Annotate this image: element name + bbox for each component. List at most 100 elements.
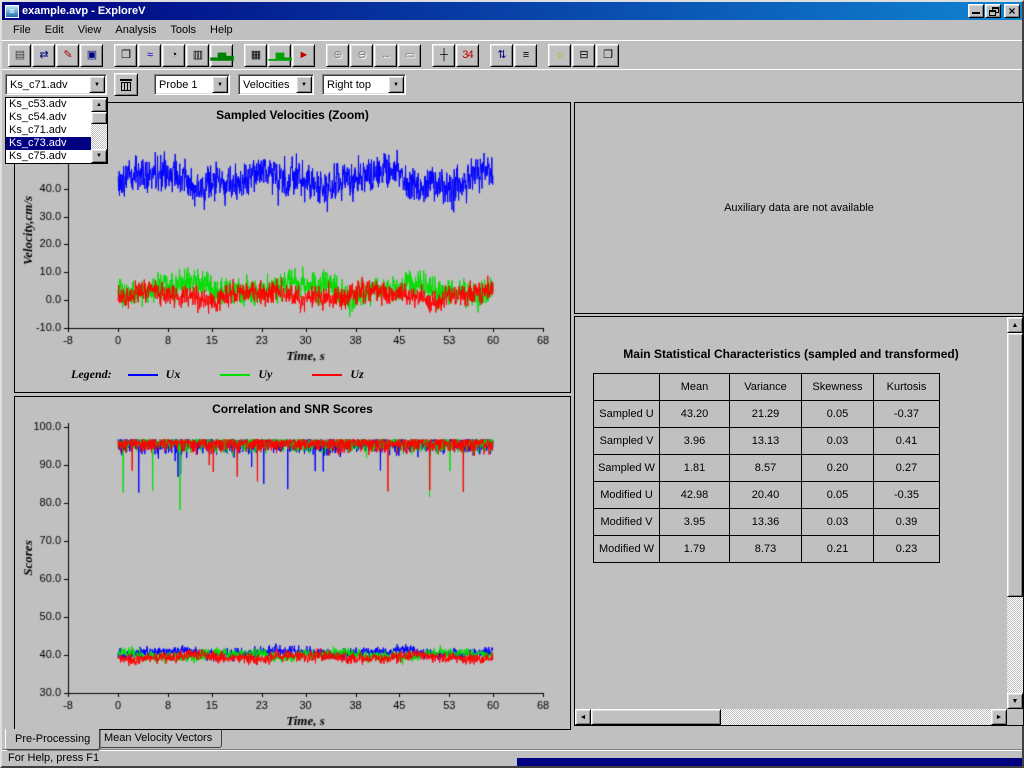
scroll-left-button[interactable]: ◄ [575,709,591,725]
list-view-button[interactable]: ≡ [514,44,537,67]
arrow-up-icon: ▲ [1012,322,1019,329]
zoom-out-icon: ⊖ [357,50,365,61]
select-range-icon: ▭ [405,50,414,61]
legend-text-uy: Uy [258,367,272,382]
legend-entry-uz: Uz [312,367,363,382]
sample-range-button[interactable]: 34 [456,44,479,67]
tab-pre-processing[interactable]: Pre-Processing [5,729,100,750]
histogram-window-icon: ▂▅▃ [210,50,232,61]
view-tabs: Pre-Processing Mean Velocity Vectors [2,729,1022,751]
vertical-scroll-thumb[interactable] [1007,333,1023,597]
pan-view-button: ↔ [374,44,397,67]
toolbar-group-axes: ┼ 34 [432,44,480,67]
scroll-down-button[interactable]: ▼ [1007,693,1023,709]
status-blue-region [517,758,1022,766]
position-combo[interactable]: Right top ▼ [322,74,406,95]
dropdown-scrollbar[interactable]: ▲ ▼ [91,98,107,163]
report-tool-icon: ☼ [555,50,564,61]
open-project-icon: ▤ [15,50,24,61]
import-data-icon: ⇄ [39,50,47,61]
edit-configuration-button[interactable]: ✎ [56,44,79,67]
legend-line-uz [312,374,342,376]
menu-help[interactable]: Help [203,22,240,38]
horizontal-scroll-thumb[interactable] [591,709,721,725]
close-button[interactable]: × [1004,4,1020,18]
dropdown-item[interactable]: Ks_c54.adv [6,111,91,124]
menu-edit[interactable]: Edit [38,22,71,38]
view-combo-dropdown-button[interactable]: ▼ [296,76,312,93]
cascade-windows-button[interactable]: ❐ [114,44,137,67]
app-icon[interactable]: ≈ [5,5,19,18]
print-button[interactable]: ⊟ [572,44,595,67]
zoom-window-button[interactable]: ◔ [162,44,185,67]
spectra-window-icon: ▥ [193,50,202,61]
list-view-icon: ≡ [523,50,528,61]
marker-tool-button[interactable]: ► [292,44,315,67]
report-tool-button[interactable]: ☼ [548,44,571,67]
header-variance: Variance [730,374,802,401]
table-row: Modified V3.9513.360.030.39 [594,509,940,536]
menu-view[interactable]: View [71,22,109,38]
waveform-window-button[interactable]: ≈ [138,44,161,67]
position-combo-dropdown-button[interactable]: ▼ [388,76,404,93]
toolbar-group-output: ☼ ⊟ ❒ [548,44,620,67]
dropdown-scroll-down-button[interactable]: ▼ [91,149,107,163]
probe-combo-dropdown-button[interactable]: ▼ [212,76,228,93]
import-data-button[interactable]: ⇄ [32,44,55,67]
table-row: Sampled U43.2021.290.05-0.37 [594,401,940,428]
scores-chart-canvas [15,397,570,729]
menu-file[interactable]: File [6,22,38,38]
arrow-right-icon: ► [996,714,1003,721]
file-dropdown-list: Ks_c53.adv Ks_c54.adv Ks_c71.adv Ks_c73.… [5,97,108,164]
open-project-button[interactable]: ▤ [8,44,31,67]
chevron-down-icon: ▼ [393,82,399,88]
dropdown-item[interactable]: Ks_c71.adv [6,124,91,137]
statistics-title: Main Statistical Characteristics (sample… [575,347,1007,361]
file-combo-value: Ks_c71.adv [6,79,89,91]
axes-setup-button[interactable]: ┼ [432,44,455,67]
window-title: example.avp - ExploreV [22,5,967,17]
histogram-window-button[interactable]: ▂▅▃ [210,44,233,67]
dropdown-scroll-up-button[interactable]: ▲ [91,98,107,112]
scores-chart-panel: Correlation and SNR Scores [14,396,571,730]
dropdown-item[interactable]: Ks_c53.adv [6,98,91,111]
dropdown-scroll-thumb[interactable] [91,112,107,124]
file-combo[interactable]: Ks_c71.adv ▼ [5,74,107,95]
vertical-scrollbar[interactable]: ▲ ▼ [1007,317,1023,709]
probe-combo[interactable]: Probe 1 ▼ [154,74,230,95]
title-bar[interactable]: ≈ example.avp - ExploreV × [2,2,1022,20]
scroll-right-button[interactable]: ► [991,709,1007,725]
header-skewness: Skewness [802,374,874,401]
arrow-up-icon: ▲ [96,102,102,108]
copy-report-button[interactable]: ❒ [596,44,619,67]
menu-analysis[interactable]: Analysis [108,22,163,38]
dropdown-item[interactable]: Ks_c75.adv [6,150,91,163]
spectra-window-button[interactable]: ▥ [186,44,209,67]
horizontal-scrollbar[interactable]: ◄ ► [575,709,1007,725]
dropdown-item-highlighted[interactable]: Ks_c73.adv [6,137,91,150]
scroll-up-button[interactable]: ▲ [1007,317,1023,333]
delete-file-button[interactable] [114,73,138,96]
despike-tool-button[interactable]: ⇅ [490,44,513,67]
copy-report-icon: ❒ [603,50,612,61]
velocities-chart-legend: Legend: Ux Uy Uz [71,367,404,382]
file-combo-dropdown-button[interactable]: ▼ [89,76,105,93]
restore-button[interactable] [985,4,1001,18]
bar-chart-window-button[interactable]: ▁▅▂ [268,44,291,67]
legend-entry-ux: Ux [128,367,181,382]
arrow-down-icon: ▼ [96,153,102,159]
save-project-button[interactable]: ▣ [80,44,103,67]
zoom-in-icon: ⊕ [333,50,341,61]
grid-window-button[interactable]: ▦ [244,44,267,67]
menu-tools[interactable]: Tools [163,22,203,38]
minimize-button[interactable] [968,4,984,18]
cascade-windows-icon: ❐ [121,50,130,61]
selector-toolbar: Ks_c71.adv ▼ Probe 1 ▼ Velocities ▼ Righ… [2,69,1022,99]
view-combo[interactable]: Velocities ▼ [238,74,314,95]
legend-label: Legend: [71,367,112,382]
application-window: ≈ example.avp - ExploreV × File Edit Vie… [0,0,1024,768]
despike-tool-icon: ⇅ [497,50,505,61]
table-row: Modified U42.9820.400.05-0.35 [594,482,940,509]
tab-mean-velocity-vectors[interactable]: Mean Velocity Vectors [94,730,222,748]
scores-chart-title: Correlation and SNR Scores [15,402,570,416]
